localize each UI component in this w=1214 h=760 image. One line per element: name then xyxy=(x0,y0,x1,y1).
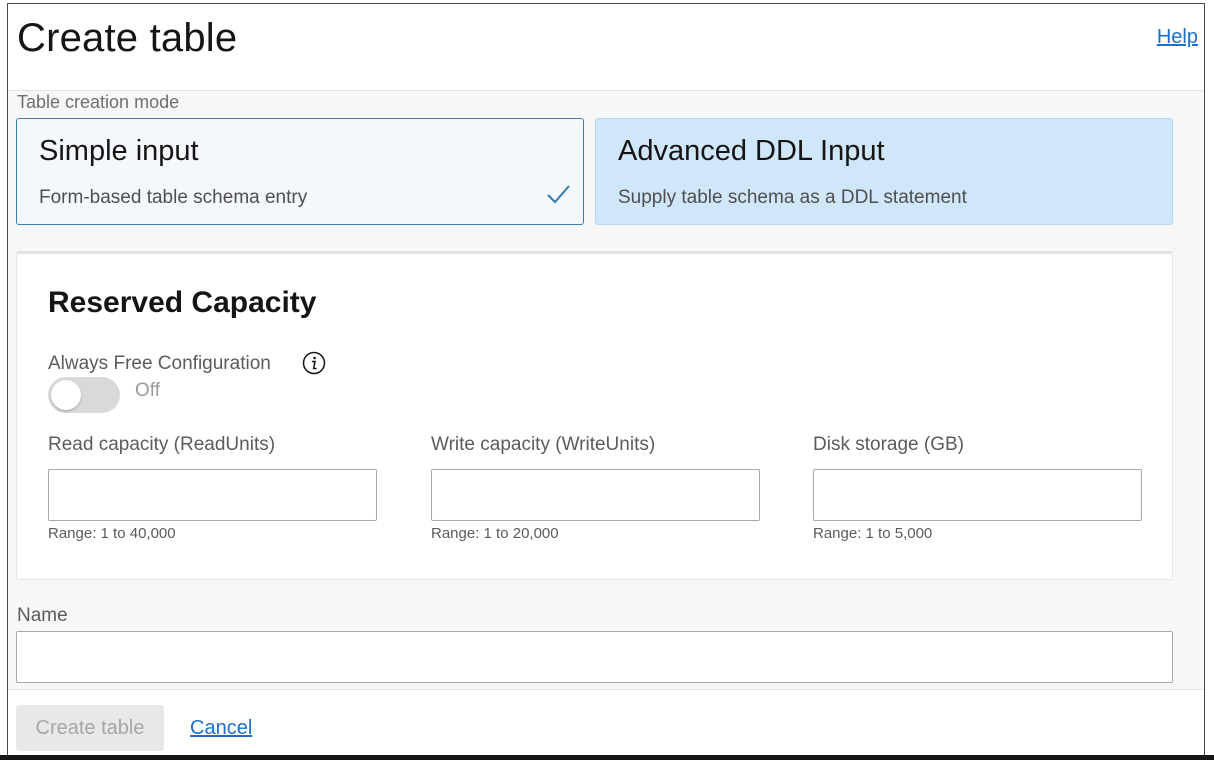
panel-header: Create table Help xyxy=(8,4,1204,91)
always-free-toggle[interactable] xyxy=(48,377,120,413)
mode-card-description: Supply table schema as a DDL statement xyxy=(618,187,967,208)
disk-storage-label: Disk storage (GB) xyxy=(813,434,964,455)
create-table-button[interactable]: Create table xyxy=(16,705,164,751)
name-label: Name xyxy=(17,605,68,626)
read-capacity-field: Read capacity (ReadUnits) Range: 1 to 40… xyxy=(48,434,378,542)
read-capacity-hint: Range: 1 to 40,000 xyxy=(48,525,176,542)
write-capacity-label: Write capacity (WriteUnits) xyxy=(431,434,656,455)
reserved-capacity-section: Reserved Capacity Always Free Configurat… xyxy=(16,251,1173,580)
read-capacity-label: Read capacity (ReadUnits) xyxy=(48,434,276,455)
mode-card-title: Simple input xyxy=(39,135,199,167)
mode-card-title: Advanced DDL Input xyxy=(618,135,885,167)
table-creation-mode-label: Table creation mode xyxy=(17,92,180,112)
mode-card-advanced-ddl-input[interactable]: Advanced DDL Input Supply table schema a… xyxy=(595,118,1173,225)
disk-storage-field: Disk storage (GB) Range: 1 to 5,000 xyxy=(813,434,1143,542)
write-capacity-field: Write capacity (WriteUnits) Range: 1 to … xyxy=(431,434,761,542)
help-link[interactable]: Help xyxy=(1157,26,1198,49)
page-title: Create table xyxy=(17,16,238,60)
write-capacity-hint: Range: 1 to 20,000 xyxy=(431,525,559,542)
section-title: Reserved Capacity xyxy=(48,286,317,319)
window-bottom-edge xyxy=(0,755,1214,760)
disk-storage-input[interactable] xyxy=(813,469,1142,521)
toggle-state-label: Off xyxy=(135,380,160,401)
window-margin xyxy=(1205,0,1214,755)
mode-card-simple-input[interactable]: Simple input Form-based table schema ent… xyxy=(16,118,584,225)
always-free-label: Always Free Configuration xyxy=(48,353,271,374)
write-capacity-input[interactable] xyxy=(431,469,760,521)
mode-card-description: Form-based table schema entry xyxy=(39,187,308,208)
read-capacity-input[interactable] xyxy=(48,469,377,521)
check-icon xyxy=(547,185,570,204)
cancel-link[interactable]: Cancel xyxy=(190,717,252,740)
disk-storage-hint: Range: 1 to 5,000 xyxy=(813,525,933,542)
info-icon[interactable] xyxy=(302,351,326,375)
name-input[interactable] xyxy=(16,631,1173,683)
panel-footer: Create table Cancel xyxy=(8,689,1204,755)
toggle-knob xyxy=(51,380,81,410)
create-table-panel: Create table Help Table creation mode Si… xyxy=(7,3,1205,755)
